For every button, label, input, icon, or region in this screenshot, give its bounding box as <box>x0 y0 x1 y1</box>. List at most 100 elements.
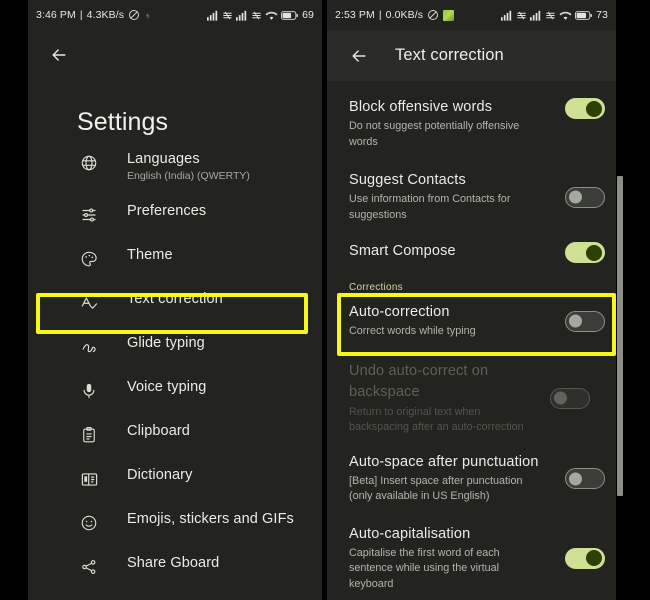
preferences-list: Block offensive words Do not suggest pot… <box>327 81 616 600</box>
toggle-smart-compose[interactable] <box>565 242 605 263</box>
pref-text: Auto-capitalisation Capitalise the first… <box>349 525 554 593</box>
toggle-auto-capitalisation[interactable] <box>565 547 605 569</box>
pref-row-auto-correction[interactable]: Auto-correction Correct words while typi… <box>327 303 616 340</box>
pref-title: Block offensive words <box>349 99 493 115</box>
right-status-bar: 2:53 PM | 0.0KB/s 73 <box>327 0 616 30</box>
microphone-icon <box>77 382 101 400</box>
pref-text: Smart Compose <box>349 242 554 261</box>
toggle-auto-space[interactable] <box>565 468 605 489</box>
glide-typing-text: Glide typing <box>127 332 205 352</box>
status-net-speed: 0.0KB/s <box>385 9 424 21</box>
sidebar-item-languages[interactable]: Languages English (India) (QWERTY) <box>28 148 322 200</box>
theme-text: Theme <box>127 244 173 264</box>
sim-network-icon <box>222 10 233 21</box>
sidebar-item-preferences[interactable]: Preferences <box>28 200 322 244</box>
sidebar-item-label: Glide typing <box>127 335 205 351</box>
pref-row-undo-auto-correct: Undo auto-correct on backspace Return to… <box>327 361 616 436</box>
pref-text: Auto-space after punctuation [Beta] Inse… <box>349 453 554 505</box>
sidebar-item-label: Dictionary <box>127 467 193 483</box>
pref-toggle-wrap <box>554 98 616 119</box>
sidebar-item-label: Theme <box>127 247 173 263</box>
sidebar-item-label: Text correction <box>127 291 223 307</box>
status-time: 2:53 PM <box>335 9 375 21</box>
toggle-auto-correction[interactable] <box>565 310 605 332</box>
status-net-speed: 4.3KB/s <box>86 9 125 21</box>
sidebar-item-text-correction[interactable]: Text correction <box>28 288 322 332</box>
pref-toggle-wrap <box>554 242 616 263</box>
text-correction-text: Text correction <box>127 288 223 308</box>
pref-text: Suggest Contacts Use information from Co… <box>349 171 554 223</box>
pref-subtitle: Use information from Contacts for sugges… <box>349 193 511 221</box>
sidebar-item-clipboard[interactable]: Clipboard <box>28 420 322 464</box>
sidebar-item-glide-typing[interactable]: Glide typing <box>28 332 322 376</box>
green-app-icon <box>443 9 455 21</box>
vertical-scrollbar[interactable] <box>617 176 623 496</box>
sidebar-item-sub: English (India) (QWERTY) <box>127 170 250 182</box>
sim-network-icon <box>516 10 527 21</box>
pref-subtitle: Correct words while typing <box>349 325 476 337</box>
pref-row-suggest-contacts[interactable]: Suggest Contacts Use information from Co… <box>327 171 616 223</box>
pref-title: Undo auto-correct on backspace <box>349 362 489 400</box>
do-not-disturb-icon <box>427 9 439 21</box>
back-arrow-icon[interactable] <box>46 42 72 68</box>
sliders-icon <box>77 206 101 224</box>
signal-bars-icon <box>207 10 219 21</box>
voice-typing-text: Voice typing <box>127 376 206 396</box>
preferences-text: Preferences <box>127 200 206 220</box>
clipboard-text: Clipboard <box>127 420 190 440</box>
sidebar-item-label: Languages <box>127 151 200 167</box>
sidebar-item-label: Clipboard <box>127 423 190 439</box>
left-status-left: 3:46 PM | 4.3KB/s <box>36 9 153 21</box>
status-separator: | <box>79 9 83 21</box>
sidebar-item-theme[interactable]: Theme <box>28 244 322 288</box>
section-header-corrections: Corrections <box>349 282 403 293</box>
battery-percentage: 69 <box>302 9 314 21</box>
spellcheck-icon <box>77 294 101 313</box>
pref-row-smart-compose[interactable]: Smart Compose <box>327 242 616 263</box>
small-glyph-icon <box>144 11 153 20</box>
sidebar-item-emojis[interactable]: Emojis, stickers and GIFs <box>28 508 322 552</box>
screenshot-root: 3:46 PM | 4.3KB/s 69 Settings Languages … <box>0 0 650 600</box>
sidebar-item-voice-typing[interactable]: Voice typing <box>28 376 322 420</box>
pref-row-block-offensive-words[interactable]: Block offensive words Do not suggest pot… <box>327 98 616 150</box>
signal-bars-icon <box>530 10 542 21</box>
battery-percentage: 73 <box>596 9 608 21</box>
right-status-left: 2:53 PM | 0.0KB/s <box>335 9 455 21</box>
left-status-right: 69 <box>207 9 314 21</box>
left-phone-screen: 3:46 PM | 4.3KB/s 69 Settings Languages … <box>28 0 322 600</box>
toggle-undo-auto-correct <box>550 387 590 409</box>
share-icon <box>77 558 101 576</box>
page-title: Settings <box>77 108 169 136</box>
pref-title: Smart Compose <box>349 243 456 259</box>
status-separator: | <box>378 9 382 21</box>
pref-toggle-wrap <box>554 468 616 489</box>
right-status-right: 73 <box>501 9 608 21</box>
pref-title: Auto-capitalisation <box>349 525 471 542</box>
sidebar-item-dictionary[interactable]: Dictionary <box>28 464 322 508</box>
pref-title: Auto-space after punctuation <box>349 453 539 470</box>
pref-title: Auto-correction <box>349 304 450 320</box>
battery-icon <box>575 10 592 21</box>
sim-network-icon <box>251 10 262 21</box>
toggle-suggest-contacts[interactable] <box>565 186 605 208</box>
battery-icon <box>281 10 298 21</box>
back-arrow-icon[interactable] <box>346 43 372 69</box>
pref-subtitle: [Beta] Insert space after punctuation (o… <box>349 474 523 503</box>
glide-icon <box>77 338 101 357</box>
emoji-icon <box>77 514 101 532</box>
pref-row-auto-capitalisation[interactable]: Auto-capitalisation Capitalise the first… <box>327 525 616 593</box>
sidebar-item-label: Voice typing <box>127 379 207 395</box>
sidebar-item-share-gboard[interactable]: Share Gboard <box>28 552 322 596</box>
sim-network-icon <box>545 10 556 21</box>
emojis-text: Emojis, stickers and GIFs <box>127 508 294 528</box>
pref-row-auto-space[interactable]: Auto-space after punctuation [Beta] Inse… <box>327 453 616 505</box>
pref-toggle-wrap <box>554 547 616 569</box>
pref-text: Block offensive words Do not suggest pot… <box>349 98 554 150</box>
pref-toggle-wrap <box>539 387 601 409</box>
pref-subtitle: Return to original text when backspacing… <box>349 405 524 434</box>
globe-icon <box>77 154 101 172</box>
right-top-bar: Text correction <box>327 30 616 81</box>
left-top-bar <box>28 32 322 78</box>
left-status-bar: 3:46 PM | 4.3KB/s 69 <box>28 0 322 30</box>
toggle-block-offensive-words[interactable] <box>565 98 605 119</box>
